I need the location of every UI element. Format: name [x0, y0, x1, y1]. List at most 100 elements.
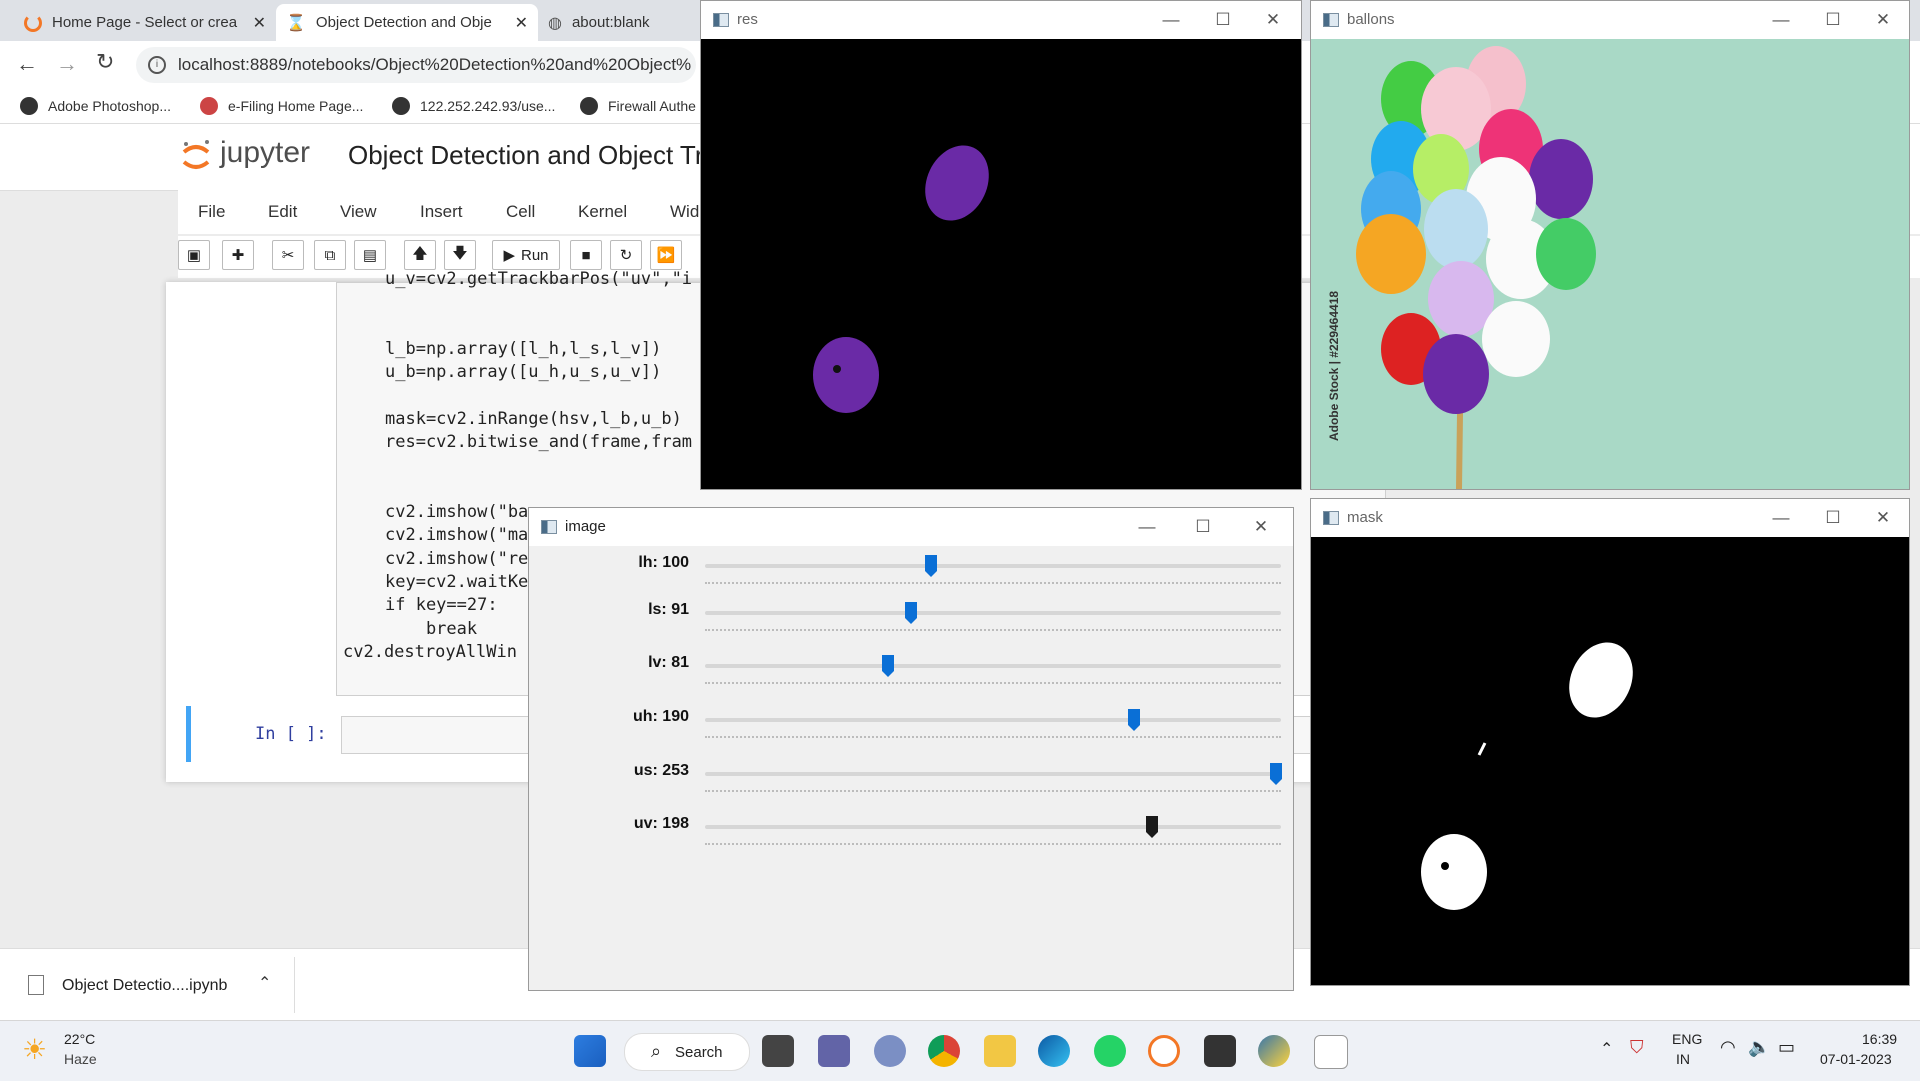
jupyter-taskbar-icon[interactable] — [1148, 1035, 1180, 1067]
trackbar-track[interactable] — [705, 772, 1281, 776]
close-icon[interactable]: ✕ — [515, 13, 528, 33]
trackbar-ticks — [705, 736, 1281, 741]
python-icon[interactable] — [1258, 1035, 1290, 1067]
minimize-icon[interactable]: — — [1761, 505, 1801, 531]
trackbar-thumb[interactable] — [924, 554, 938, 578]
trackbar-track[interactable] — [705, 825, 1281, 829]
maximize-icon[interactable]: ☐ — [1203, 7, 1243, 33]
notebook-title[interactable]: Object Detection and Object Tr — [348, 140, 704, 171]
restart-run-all-button[interactable]: ⏩ — [650, 240, 682, 270]
window-res[interactable]: res — ☐ ✕ — [700, 0, 1302, 490]
minimize-icon[interactable]: — — [1761, 7, 1801, 33]
windows-start-icon[interactable] — [574, 1035, 606, 1067]
taskbar-search[interactable]: ⌕ Search — [624, 1033, 750, 1071]
restart-button[interactable]: ↻ — [610, 240, 642, 270]
r-app-icon[interactable] — [874, 1035, 906, 1067]
edge-icon[interactable] — [1038, 1035, 1070, 1067]
trackbar-thumb[interactable] — [1269, 762, 1283, 786]
weather-icon[interactable]: ☀ — [22, 1033, 47, 1066]
chevron-up-icon[interactable]: ⌃ — [1600, 1039, 1613, 1059]
trackbar-track[interactable] — [705, 664, 1281, 668]
window-ballons[interactable]: ballons — ☐ ✕ Adobe Stock | #229464418 — [1310, 0, 1910, 490]
jupyter-logo-icon[interactable] — [180, 138, 212, 174]
menu-widgets[interactable]: Wid — [670, 202, 699, 222]
terminal-icon[interactable] — [1204, 1035, 1236, 1067]
window-mask[interactable]: mask — ☐ ✕ — [1310, 498, 1910, 986]
bookmark-ip[interactable]: 122.252.242.93/use... — [392, 89, 555, 123]
move-up-button[interactable]: 🡅 — [404, 240, 436, 270]
close-icon[interactable]: ✕ — [1253, 7, 1293, 33]
teams-icon[interactable] — [818, 1035, 850, 1067]
bookmark-firewall[interactable]: Firewall Authe — [580, 89, 696, 123]
whatsapp-icon[interactable] — [1094, 1035, 1126, 1067]
trackbar-track[interactable] — [705, 564, 1281, 568]
menu-edit[interactable]: Edit — [268, 202, 297, 222]
copy-button[interactable]: ⧉ — [314, 240, 346, 270]
file-explorer-icon[interactable] — [984, 1035, 1016, 1067]
task-view-icon[interactable] — [762, 1035, 794, 1067]
chrome-icon[interactable] — [928, 1035, 960, 1067]
tab-about-blank[interactable]: ◍ about:blank — [538, 4, 698, 41]
battery-icon[interactable]: ▭ — [1778, 1037, 1795, 1058]
trackbar-thumb[interactable] — [904, 601, 918, 625]
volume-icon[interactable]: 🔈 — [1748, 1037, 1770, 1058]
close-icon[interactable]: ✕ — [253, 13, 266, 33]
interrupt-button[interactable]: ■ — [570, 240, 602, 270]
info-icon[interactable]: i — [148, 56, 166, 74]
window-titlebar[interactable]: ballons — ☐ ✕ — [1311, 1, 1909, 39]
reload-icon[interactable]: ↻ — [96, 49, 114, 75]
trackbar-thumb[interactable] — [1127, 708, 1141, 732]
move-down-button[interactable]: 🡇 — [444, 240, 476, 270]
wifi-icon[interactable]: ◠ — [1720, 1037, 1736, 1058]
menu-insert[interactable]: Insert — [420, 202, 463, 222]
tab-home-page[interactable]: Home Page - Select or crea ✕ — [14, 4, 276, 41]
save-button[interactable]: ▣ — [178, 240, 210, 270]
code-line: break — [385, 618, 478, 639]
trackbar-track[interactable] — [705, 718, 1281, 722]
window-titlebar[interactable]: mask — ☐ ✕ — [1311, 499, 1909, 537]
back-arrow-icon[interactable]: ← — [16, 51, 38, 77]
clock-time[interactable]: 16:39 — [1862, 1031, 1897, 1047]
weather-desc[interactable]: Haze — [64, 1051, 97, 1067]
maximize-icon[interactable]: ☐ — [1813, 505, 1853, 531]
clock-date[interactable]: 07-01-2023 — [1820, 1051, 1892, 1067]
menu-view[interactable]: View — [340, 202, 377, 222]
forward-arrow-icon[interactable]: → — [56, 51, 78, 77]
download-filename[interactable]: Object Detectio....ipynb — [62, 977, 227, 995]
globe-icon: ◍ — [548, 14, 562, 32]
tab-object-detection[interactable]: ⌛ Object Detection and Obje ✕ — [276, 4, 538, 41]
minimize-icon[interactable]: — — [1151, 7, 1191, 33]
code-line: cv2.destroyAllWin — [343, 641, 517, 662]
window-image-trackbars[interactable]: image — ☐ ✕ lh: 100 ls: 91 lv: 81 uh: 190 us… — [528, 507, 1294, 991]
maximize-icon[interactable]: ☐ — [1183, 514, 1223, 540]
close-icon[interactable]: ✕ — [1241, 514, 1281, 540]
add-cell-button[interactable]: ✚ — [222, 240, 254, 270]
bookmark-adobe[interactable]: Adobe Photoshop... — [20, 89, 171, 123]
menu-kernel[interactable]: Kernel — [578, 202, 627, 222]
menu-cell[interactable]: Cell — [506, 202, 535, 222]
bookmark-efiling[interactable]: e-Filing Home Page... — [200, 89, 363, 123]
weather-temp[interactable]: 22°C — [64, 1031, 95, 1047]
trackbar-track[interactable] — [705, 611, 1281, 615]
window-titlebar[interactable]: image — ☐ ✕ — [529, 508, 1293, 546]
language-bottom[interactable]: IN — [1676, 1051, 1690, 1067]
defender-icon[interactable]: ⛉ — [1630, 1037, 1644, 1058]
menu-file[interactable]: File — [198, 202, 225, 222]
arrow-up-icon: 🡅 — [412, 244, 428, 262]
chevron-up-icon[interactable]: ⌃ — [258, 973, 271, 993]
close-icon[interactable]: ✕ — [1863, 505, 1903, 531]
window-titlebar[interactable]: res — ☐ ✕ — [701, 1, 1301, 39]
trackbar-thumb[interactable] — [881, 654, 895, 678]
language-top[interactable]: ENG — [1672, 1031, 1702, 1047]
cut-button[interactable]: ✂ — [272, 240, 304, 270]
paste-button[interactable]: ▤ — [354, 240, 386, 270]
minimize-icon[interactable]: — — [1127, 514, 1167, 540]
close-icon[interactable]: ✕ — [1863, 7, 1903, 33]
run-button[interactable]: ▶ Run — [492, 240, 560, 270]
jupyter-icon — [24, 13, 42, 32]
address-bar[interactable]: i localhost:8889/notebooks/Object%20Dete… — [136, 47, 696, 83]
trackbar-thumb[interactable] — [1145, 815, 1159, 839]
jupyter-logo-text[interactable]: jupyter — [220, 136, 310, 170]
maximize-icon[interactable]: ☐ — [1813, 7, 1853, 33]
document-icon[interactable] — [1314, 1035, 1348, 1069]
